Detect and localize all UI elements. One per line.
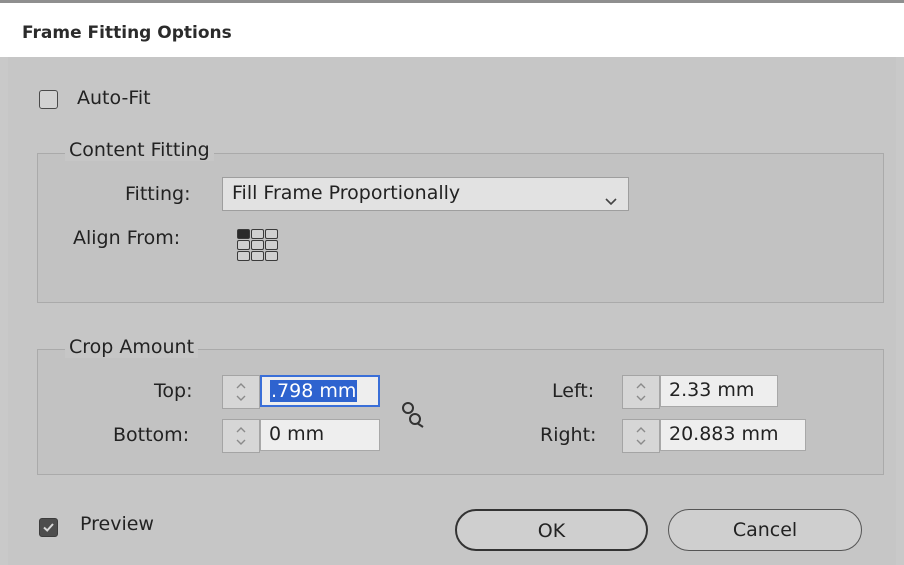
align-point-middle-right[interactable] bbox=[265, 240, 278, 250]
auto-fit-label: Auto-Fit bbox=[77, 87, 151, 109]
align-point-top-right[interactable] bbox=[265, 229, 278, 239]
bottom-stepper[interactable] bbox=[222, 419, 260, 453]
frame-fitting-dialog: Auto-Fit Content Fitting Fitting: Fill F… bbox=[8, 57, 896, 565]
left-label: Left: bbox=[552, 380, 595, 402]
right-stepper[interactable] bbox=[622, 419, 660, 453]
right-crop-field[interactable]: 20.883 mm bbox=[660, 419, 806, 451]
top-crop-value: .798 mm bbox=[270, 380, 358, 402]
auto-fit-checkbox[interactable] bbox=[39, 90, 58, 109]
dialog-title: Frame Fitting Options bbox=[22, 23, 232, 43]
fitting-label: Fitting: bbox=[125, 183, 191, 205]
align-from-label: Align From: bbox=[73, 227, 181, 249]
fitting-dropdown[interactable]: Fill Frame Proportionally bbox=[222, 177, 629, 211]
stepper-arrows-icon bbox=[636, 427, 646, 445]
left-stepper[interactable] bbox=[622, 375, 660, 409]
content-fitting-title: Content Fitting bbox=[65, 139, 214, 161]
preview-label: Preview bbox=[80, 513, 154, 535]
ok-button[interactable]: OK bbox=[455, 509, 648, 551]
top-crop-field[interactable]: .798 mm bbox=[260, 375, 380, 407]
preview-checkbox[interactable] bbox=[39, 518, 58, 537]
stepper-arrows-icon bbox=[636, 383, 646, 401]
top-label: Top: bbox=[154, 380, 193, 402]
checkmark-icon bbox=[43, 523, 54, 532]
align-from-reference-grid[interactable] bbox=[237, 229, 278, 261]
bottom-label: Bottom: bbox=[113, 424, 190, 446]
align-point-bottom-center[interactable] bbox=[251, 251, 264, 261]
chevron-down-icon bbox=[605, 189, 617, 211]
right-label: Right: bbox=[540, 424, 597, 446]
align-point-bottom-left[interactable] bbox=[237, 251, 250, 261]
crop-amount-group bbox=[37, 349, 884, 475]
align-point-middle-left[interactable] bbox=[237, 240, 250, 250]
left-crop-field[interactable]: 2.33 mm bbox=[660, 375, 778, 407]
fitting-dropdown-value: Fill Frame Proportionally bbox=[232, 182, 461, 204]
align-point-top-center[interactable] bbox=[251, 229, 264, 239]
link-chain-icon[interactable] bbox=[399, 400, 425, 432]
stepper-arrows-icon bbox=[236, 427, 246, 445]
align-point-bottom-right[interactable] bbox=[265, 251, 278, 261]
top-stepper[interactable] bbox=[222, 375, 260, 409]
title-bar: Frame Fitting Options bbox=[0, 3, 904, 57]
top-crop-value-text: 798 mm bbox=[277, 380, 357, 402]
cancel-button[interactable]: Cancel bbox=[668, 509, 862, 551]
align-point-center[interactable] bbox=[251, 240, 264, 250]
stepper-arrows-icon bbox=[236, 383, 246, 401]
bottom-crop-field[interactable]: 0 mm bbox=[260, 419, 380, 451]
align-point-top-left[interactable] bbox=[237, 229, 250, 239]
crop-amount-title: Crop Amount bbox=[65, 336, 199, 358]
